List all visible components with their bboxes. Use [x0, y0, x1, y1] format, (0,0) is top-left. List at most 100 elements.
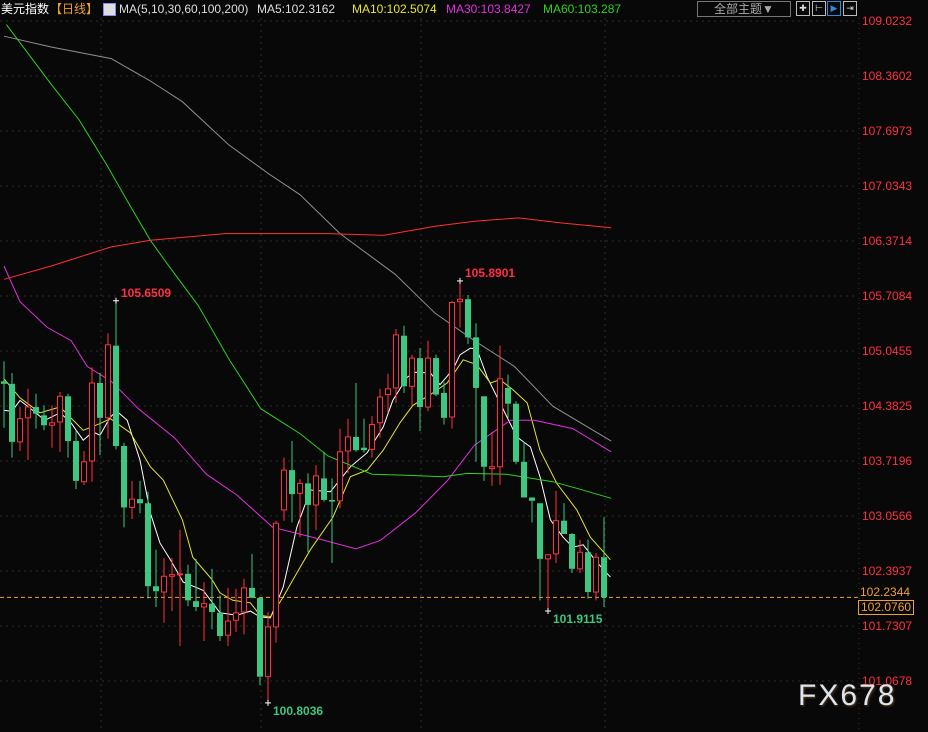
candle-body-up	[273, 522, 279, 628]
candle-body-down	[249, 587, 255, 598]
candle-body-up	[385, 388, 391, 396]
goto-end-icon[interactable]: ⇥	[843, 1, 857, 16]
candle-body-up	[449, 302, 455, 418]
candle-body-down	[417, 358, 423, 408]
candle-body-down	[521, 461, 527, 498]
candle-body-down	[33, 407, 39, 414]
candle-body-up	[89, 382, 95, 462]
candle-body-up	[49, 422, 55, 426]
candle-body-up	[593, 556, 599, 593]
candle-body-down	[537, 503, 543, 559]
candle-body-down	[137, 499, 143, 504]
low-price-label: 101.9115	[553, 612, 603, 626]
ma-price-marker: 102.2344	[860, 585, 911, 599]
candle-body-down	[153, 586, 159, 592]
candle-body-up	[81, 461, 87, 483]
candle-body-up	[201, 603, 207, 608]
ma5-value: MA5:102.3162	[257, 2, 336, 16]
candle-body-up	[369, 423, 375, 450]
candle-body-down	[217, 612, 223, 637]
candle-body-down	[473, 337, 479, 388]
y-tick-label: 108.3602	[862, 69, 913, 83]
candle-body-down	[433, 358, 439, 395]
candlestick-chart[interactable]	[0, 0, 928, 732]
y-tick-label: 107.6973	[862, 124, 913, 138]
candle-body-down	[65, 396, 71, 442]
theme-dropdown-button[interactable]: 全部主题▼	[697, 1, 791, 17]
ma-line-ma200	[3, 217, 612, 280]
candle-body-up	[377, 396, 383, 424]
candle-body-down	[185, 573, 191, 601]
candle-body-down	[401, 335, 407, 387]
candle-body-up	[489, 466, 495, 469]
candle-body-down	[513, 403, 519, 462]
candle-body-down	[1, 381, 7, 384]
indicator-label[interactable]: MA(5,10,30,60,100,200)	[119, 0, 248, 18]
candle-body-down	[305, 483, 311, 505]
ma-line-ma100	[3, 35, 612, 442]
candle-body-down	[73, 441, 79, 481]
candle-body-up	[553, 520, 559, 555]
y-tick-label: 105.7084	[862, 289, 913, 303]
candle-body-down	[321, 478, 327, 500]
candle-body-down	[601, 557, 607, 598]
ma60-value: MA60:103.287	[543, 2, 622, 16]
candle-body-up	[545, 554, 551, 560]
candle-body-up	[17, 418, 23, 443]
y-tick-label: 101.7307	[862, 619, 913, 633]
y-tick-label: 103.0566	[862, 509, 913, 523]
y-tick-label: 104.3825	[862, 399, 913, 413]
candle-body-up	[577, 551, 583, 570]
y-tick-label: 105.0455	[862, 344, 913, 358]
play-icon[interactable]: ▶	[827, 1, 841, 16]
candle-body-down	[289, 470, 295, 495]
candle-body-up	[177, 573, 183, 576]
ma-line-ma60	[6, 24, 612, 499]
y-tick-label: 103.7196	[862, 454, 913, 468]
crosshair-icon[interactable]: ✚	[796, 1, 810, 16]
candle-body-up	[281, 469, 287, 511]
period-label[interactable]: 【日线】	[50, 0, 98, 18]
zoom-range-icon[interactable]: ⊢	[812, 1, 826, 16]
candle-body-down	[505, 387, 511, 404]
candle-body-down	[97, 382, 103, 418]
y-tick-label: 102.3937	[862, 564, 913, 578]
candle-body-down	[145, 503, 151, 587]
candle-body-up	[57, 395, 63, 423]
candle-body-up	[25, 406, 31, 419]
candle-body-up	[129, 498, 135, 508]
candle-body-up	[233, 612, 239, 621]
candle-body-up	[265, 626, 271, 678]
candle-body-down	[481, 396, 487, 467]
ma30-value: MA30:103.8427	[446, 2, 531, 16]
candle-body-down	[353, 436, 359, 451]
candle-body-up	[241, 587, 247, 613]
candle-body-up	[457, 298, 463, 303]
candle-body-down	[121, 446, 127, 508]
ma10-value: MA10:102.5074	[352, 2, 437, 16]
high-price-label: 105.8901	[465, 265, 516, 280]
y-tick-label: 107.0343	[862, 179, 913, 193]
current-price-label: 102.0760	[858, 600, 915, 615]
indicator-chart-icon[interactable]	[103, 3, 116, 16]
low-price-label: 100.8036	[273, 703, 324, 718]
instrument-title: 美元指数	[1, 2, 50, 16]
candle-body-up	[169, 574, 175, 577]
candle-body-up	[337, 451, 343, 502]
candle-body-down	[209, 603, 215, 612]
candle-body-down	[41, 415, 47, 426]
candle-body-down	[465, 299, 471, 338]
candle-body-up	[345, 436, 351, 452]
candle-body-up	[225, 620, 231, 636]
candle-body-down	[329, 499, 335, 502]
candle-body-down	[361, 447, 367, 451]
y-tick-label: 109.0232	[862, 14, 913, 28]
candle-body-up	[497, 378, 503, 468]
candle-body-up	[425, 357, 431, 408]
candle-body-up	[409, 357, 415, 387]
candle-body-up	[313, 475, 319, 506]
candle-body-down	[585, 552, 591, 593]
y-tick-label: 106.3714	[862, 234, 913, 248]
candle-body-down	[569, 533, 575, 569]
watermark-logo: FX678	[798, 679, 897, 712]
